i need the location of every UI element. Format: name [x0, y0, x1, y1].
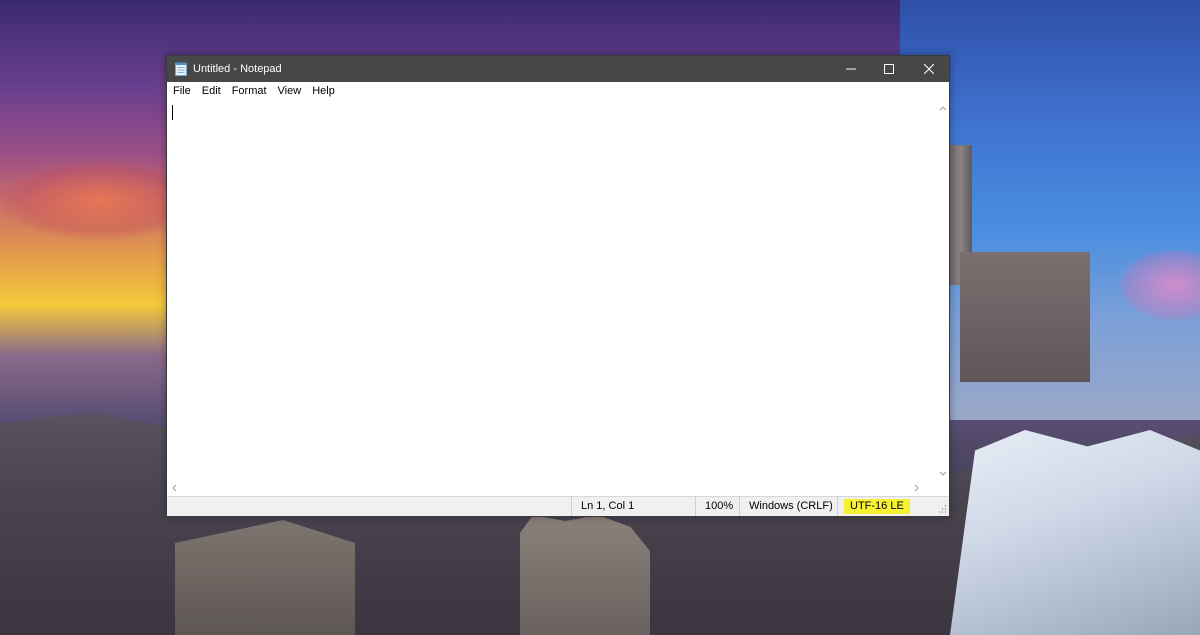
scroll-up-arrow-icon[interactable]	[939, 104, 947, 114]
minimize-icon	[846, 68, 856, 70]
wallpaper-ruins-left	[175, 520, 355, 635]
menu-edit[interactable]: Edit	[196, 82, 226, 100]
status-encoding: UTF-16 LE	[844, 499, 910, 514]
menu-file[interactable]: File	[167, 82, 196, 100]
minimize-button[interactable]	[831, 56, 871, 82]
maximize-icon	[884, 64, 894, 74]
menu-format[interactable]: Format	[226, 82, 272, 100]
maximize-button[interactable]	[869, 56, 909, 82]
scroll-right-arrow-icon[interactable]	[911, 483, 921, 493]
wallpaper-castle-wall	[960, 252, 1090, 382]
status-bar: Ln 1, Col 1 100% Windows (CRLF) UTF-16 L…	[167, 496, 949, 516]
notepad-icon	[175, 62, 187, 76]
wallpaper-ruins	[520, 515, 650, 635]
text-editor[interactable]	[167, 100, 937, 482]
text-caret	[172, 105, 173, 120]
notepad-window[interactable]: Untitled - Notepad File Edit Format View…	[166, 55, 950, 517]
menu-bar: File Edit Format View Help	[167, 82, 949, 100]
window-title: Untitled - Notepad	[193, 63, 282, 75]
horizontal-scrollbar[interactable]	[167, 482, 937, 494]
scroll-down-arrow-icon[interactable]	[939, 468, 947, 478]
desktop-background: Untitled - Notepad File Edit Format View…	[0, 0, 1200, 635]
scroll-left-arrow-icon[interactable]	[170, 483, 180, 493]
status-encoding-cell: UTF-16 LE	[837, 497, 949, 516]
close-icon	[924, 64, 934, 74]
status-cursor-position: Ln 1, Col 1	[571, 497, 695, 516]
resize-grip-icon[interactable]	[937, 504, 947, 514]
menu-view[interactable]: View	[272, 82, 307, 100]
status-zoom: 100%	[695, 497, 739, 516]
vertical-scrollbar[interactable]	[937, 100, 949, 482]
close-button[interactable]	[909, 56, 949, 82]
menu-help[interactable]: Help	[306, 82, 340, 100]
status-line-ending: Windows (CRLF)	[739, 497, 837, 516]
title-bar[interactable]: Untitled - Notepad	[167, 56, 949, 82]
wallpaper-snow	[950, 430, 1200, 635]
